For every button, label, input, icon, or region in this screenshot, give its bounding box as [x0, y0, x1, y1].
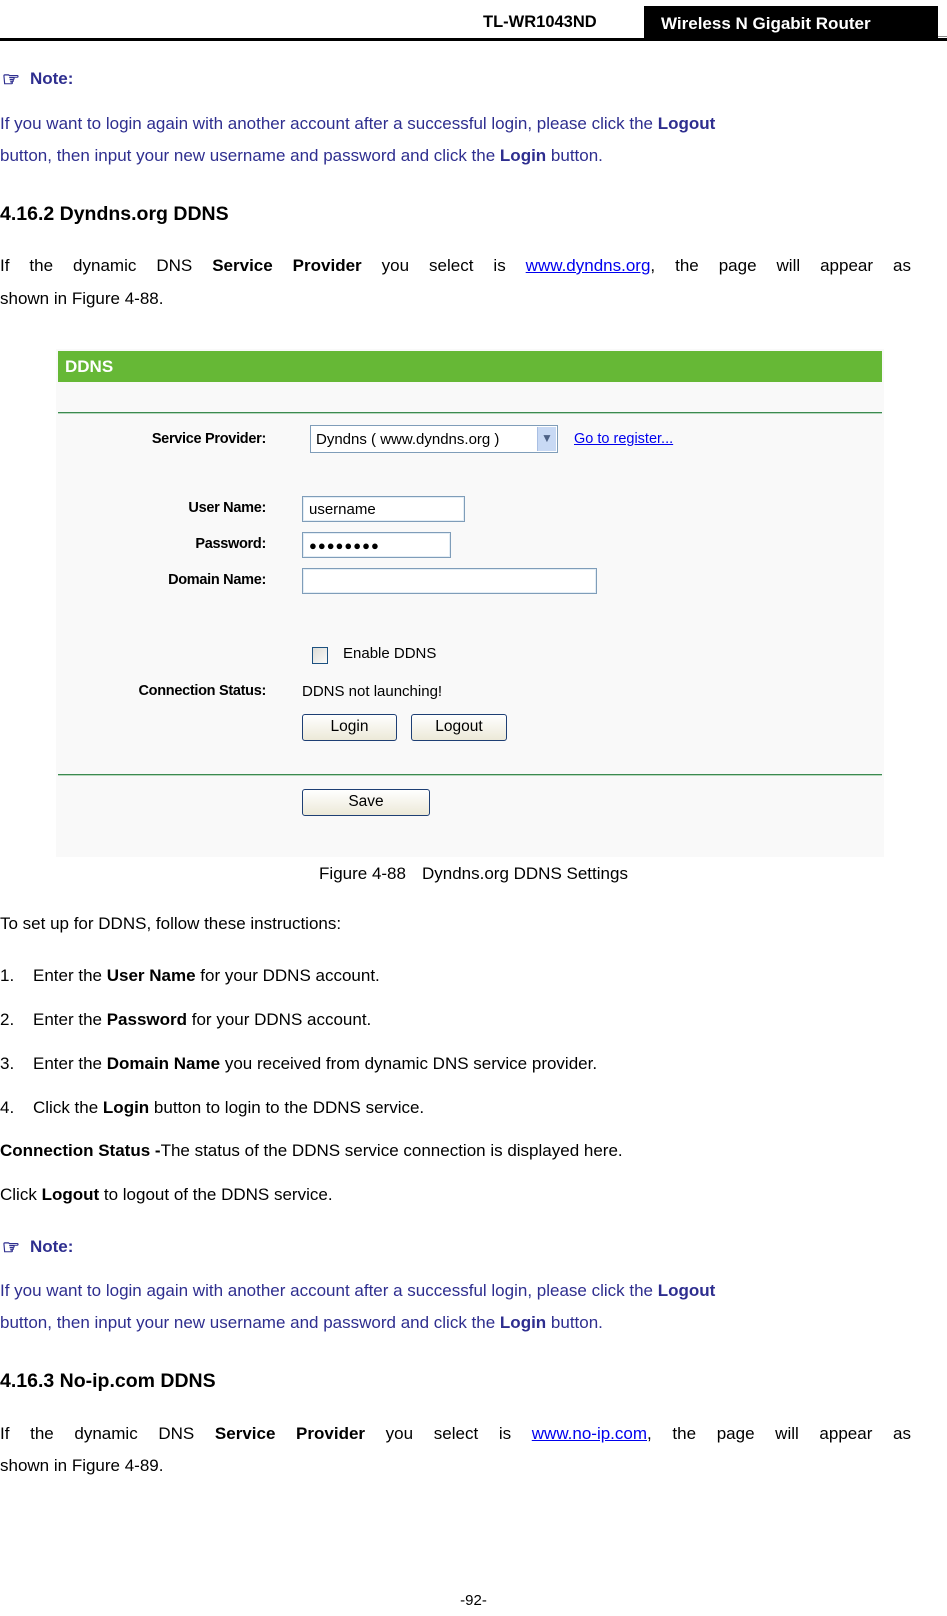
page-number: -92- — [460, 1592, 487, 1609]
login-button[interactable]: Login — [302, 714, 397, 741]
note-line-1: If you want to login again with another … — [0, 1281, 715, 1301]
step-text: Enter the — [33, 1010, 107, 1029]
password-label: Password: — [195, 536, 266, 552]
step-item: 1. Enter the User Name for your DDNS acco… — [0, 966, 380, 986]
username-input[interactable]: username — [302, 496, 465, 522]
step-number: 1. — [0, 966, 15, 985]
para-text: , the page will appear as — [650, 256, 911, 275]
note-heading: ☞ Note: — [2, 1235, 73, 1260]
section-heading: 4.16.2 Dyndns.org DDNS — [0, 203, 229, 225]
para-bold: Service Provider — [214, 1424, 366, 1443]
enable-ddns-label: Enable DDNS — [343, 645, 437, 662]
logout-text: Click — [0, 1185, 42, 1204]
step-text: for your DDNS account. — [187, 1010, 372, 1029]
step-bold: User Name — [106, 966, 196, 985]
section-paragraph-line2: shown in Figure 4-89. — [0, 1456, 164, 1475]
register-link[interactable]: Go to register... — [574, 431, 673, 447]
note-bold-login: Login — [499, 1313, 547, 1332]
note-bold-login: Login — [499, 146, 547, 165]
note-text: button. — [546, 1313, 603, 1332]
service-provider-value: Dyndns ( www.dyndns.org ) — [316, 431, 500, 448]
section-heading: 4.16.3 No-ip.com DDNS — [0, 1370, 216, 1392]
logout-bold: Logout — [41, 1185, 100, 1204]
note-text: button, then input your new username and… — [0, 1313, 500, 1332]
step-text: you received from dynamic DNS service pr… — [220, 1054, 598, 1073]
step-text: Click the — [33, 1098, 103, 1117]
connection-status-value: DDNS not launching! — [302, 683, 443, 700]
domain-name-label: Domain Name: — [168, 572, 266, 588]
ddns-title-bar: DDNS — [58, 351, 882, 382]
dyndns-link[interactable]: www.dyndns.org — [526, 256, 651, 275]
note-line-1: If you want to login again with another … — [0, 114, 715, 134]
page-header: TL-WR1043ND Wireless N Gigabit Router — [0, 0, 947, 42]
step-text: Enter the — [33, 1054, 107, 1073]
caption-number: Figure 4-88 — [319, 864, 406, 883]
step-number: 3. — [0, 1054, 15, 1073]
note-bold-logout: Logout — [657, 114, 716, 133]
logout-button[interactable]: Logout — [411, 714, 507, 741]
step-item: 3. Enter the Domain Name you received fro… — [0, 1054, 597, 1074]
note-line-2: button, then input your new username and… — [0, 146, 603, 166]
product-name: Wireless N Gigabit Router — [644, 6, 938, 40]
para-text: , the page will appear as — [647, 1424, 911, 1443]
section-paragraph-line2: shown in Figure 4-88. — [0, 289, 164, 308]
note-bold-logout: Logout — [657, 1281, 716, 1300]
logout-text: to logout of the DDNS service. — [99, 1185, 333, 1204]
logout-description: Click Logout to logout of the DDNS servi… — [0, 1185, 333, 1205]
enable-ddns-checkbox[interactable] — [312, 647, 328, 664]
connection-status-description: Connection Status -The status of the DDN… — [0, 1141, 623, 1161]
pointing-hand-icon: ☞ — [2, 1237, 20, 1259]
caption-text: Dyndns.org DDNS Settings — [421, 864, 628, 883]
password-input[interactable]: ●●●●●●●● — [302, 532, 451, 558]
note-text: If you want to login again with another … — [0, 1281, 658, 1300]
service-provider-select[interactable]: Dyndns ( www.dyndns.org ) ▼ — [310, 425, 558, 453]
note-text: button, then input your new username and… — [0, 146, 500, 165]
section-paragraph: If the dynamic DNS Service Provider you … — [0, 256, 911, 276]
note-line-2: button, then input your new username and… — [0, 1313, 603, 1333]
save-button[interactable]: Save — [302, 789, 430, 816]
note-text: button. — [546, 146, 603, 165]
step-item: 2. Enter the Password for your DDNS accou… — [0, 1010, 371, 1030]
step-number: 2. — [0, 1010, 15, 1029]
step-bold: Domain Name — [106, 1054, 221, 1073]
para-text: you select is — [365, 1424, 532, 1443]
section-paragraph: If the dynamic DNS Service Provider you … — [0, 1424, 911, 1444]
chevron-down-icon[interactable]: ▼ — [537, 427, 556, 451]
para-text: If the dynamic DNS — [0, 256, 213, 275]
connection-status-label: Connection Status: — [138, 683, 266, 699]
header-tick — [938, 36, 947, 37]
para-text: If the dynamic DNS — [0, 1424, 215, 1443]
figure-caption: Figure 4-88 Dyndns.org DDNS Settings — [0, 864, 947, 884]
username-label: User Name: — [188, 500, 266, 516]
step-text: for your DDNS account. — [195, 966, 380, 985]
status-text: The status of the DDNS service connectio… — [160, 1141, 623, 1160]
status-bold: Connection Status - — [0, 1141, 161, 1160]
divider-top — [58, 412, 882, 414]
step-bold: Login — [102, 1098, 150, 1117]
step-text: button to login to the DDNS service. — [149, 1098, 425, 1117]
noip-link[interactable]: www.no-ip.com — [532, 1424, 647, 1443]
step-bold: Password — [106, 1010, 188, 1029]
header-rule — [0, 38, 947, 41]
ddns-settings-figure: DDNS Service Provider: Dyndns ( www.dynd… — [56, 349, 884, 857]
para-text: you select is — [361, 256, 526, 275]
service-provider-label: Service Provider: — [151, 431, 266, 447]
pointing-hand-icon: ☞ — [2, 69, 20, 91]
domain-name-input[interactable] — [302, 568, 597, 594]
note-text: If you want to login again with another … — [0, 114, 658, 133]
divider-bottom — [58, 774, 882, 776]
note-title: Note: — [29, 69, 74, 88]
step-text: Enter the — [33, 966, 107, 985]
model-name: TL-WR1043ND — [483, 13, 597, 31]
note-title: Note: — [29, 1237, 74, 1256]
note-heading: ☞ Note: — [2, 67, 73, 92]
step-number: 4. — [0, 1098, 15, 1117]
instructions-intro: To set up for DDNS, follow these instruc… — [0, 914, 342, 933]
step-item: 4. Click the Login button to login to the… — [0, 1098, 424, 1118]
para-bold: Service Provider — [212, 256, 362, 275]
